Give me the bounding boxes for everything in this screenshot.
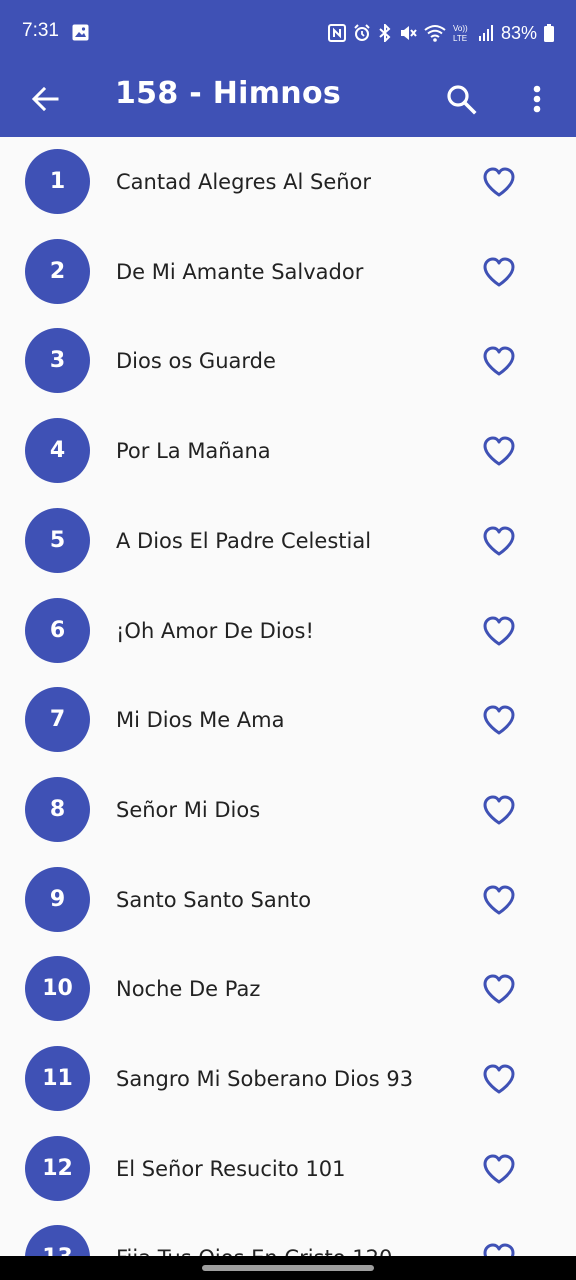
hymn-title: Fija Tus Ojos En Cristo 120 bbox=[116, 1213, 392, 1256]
hymn-number-badge: 1 bbox=[25, 149, 90, 214]
hymn-list-item[interactable]: 3 Dios os Guarde bbox=[0, 316, 576, 406]
favorite-button[interactable] bbox=[476, 1056, 522, 1102]
hymn-list-item[interactable]: 13 Fija Tus Ojos En Cristo 120 bbox=[0, 1213, 576, 1256]
hymn-number-badge: 5 bbox=[25, 507, 90, 573]
hymn-title: Sangro Mi Soberano Dios 93 bbox=[116, 1067, 414, 1091]
back-button[interactable] bbox=[20, 74, 70, 124]
hymn-list-item[interactable]: 6 ¡Oh Amor De Dios! bbox=[0, 586, 576, 676]
heart-outline-icon bbox=[483, 167, 515, 197]
more-vert-icon bbox=[533, 85, 541, 113]
alarm-icon bbox=[354, 24, 370, 41]
favorite-button[interactable] bbox=[476, 159, 522, 205]
favorite-button[interactable] bbox=[476, 966, 522, 1012]
favorite-button[interactable] bbox=[476, 608, 522, 654]
app-bar: 7:31 Vo)) LTE 83% 158 - Himnos bbox=[0, 0, 576, 137]
hymn-list-item[interactable]: 10 Noche De Paz bbox=[0, 944, 576, 1034]
hymn-number-badge: 3 bbox=[25, 328, 90, 394]
favorite-button[interactable] bbox=[476, 697, 522, 743]
favorite-button[interactable] bbox=[476, 1146, 522, 1192]
heart-outline-icon bbox=[483, 436, 515, 466]
nfc-icon bbox=[327, 24, 346, 42]
favorite-button[interactable] bbox=[476, 428, 522, 474]
battery-icon bbox=[544, 24, 554, 42]
hymn-list-item[interactable]: 9 Santo Santo Santo bbox=[0, 855, 576, 945]
heart-outline-icon bbox=[483, 974, 515, 1004]
hymn-number-badge: 7 bbox=[25, 687, 90, 753]
hymn-list-item[interactable]: 2 De Mi Amante Salvador bbox=[0, 227, 576, 317]
hymn-number-badge: 12 bbox=[25, 1135, 90, 1201]
hymn-title: De Mi Amante Salvador bbox=[116, 259, 364, 284]
hymn-number-badge: 11 bbox=[25, 1046, 90, 1111]
hymn-number-badge: 2 bbox=[25, 238, 90, 304]
hymn-number-badge: 8 bbox=[25, 776, 90, 842]
hymn-title: ¡Oh Amor De Dios! bbox=[116, 618, 314, 643]
heart-outline-icon bbox=[483, 705, 515, 735]
hymn-title: Señor Mi Dios bbox=[116, 797, 261, 822]
navigation-bar bbox=[0, 1256, 576, 1280]
heart-outline-icon bbox=[483, 526, 515, 556]
volte-icon: Vo))LTE bbox=[453, 24, 468, 43]
hymn-number-badge: 13 bbox=[25, 1225, 90, 1256]
hymn-list-item[interactable]: 12 El Señor Resucito 101 bbox=[0, 1124, 576, 1214]
favorite-button[interactable] bbox=[476, 249, 522, 295]
hymn-list-item[interactable]: 5 A Dios El Padre Celestial bbox=[0, 496, 576, 586]
bluetooth-icon bbox=[379, 24, 391, 42]
hymn-list-item[interactable]: 8 Señor Mi Dios bbox=[0, 765, 576, 855]
hymn-number-badge: 9 bbox=[25, 866, 90, 932]
toolbar: 158 - Himnos bbox=[0, 66, 576, 137]
image-icon bbox=[72, 24, 89, 41]
hymn-list-item[interactable]: 11 Sangro Mi Soberano Dios 93 bbox=[0, 1034, 576, 1124]
favorite-button[interactable] bbox=[476, 518, 522, 564]
home-gesture-handle[interactable] bbox=[202, 1265, 374, 1271]
battery-percent: 83% bbox=[500, 22, 537, 43]
hymn-title: Dios os Guarde bbox=[116, 349, 276, 374]
hymn-title: A Dios El Padre Celestial bbox=[116, 528, 372, 553]
status-time: 7:31 bbox=[22, 20, 59, 41]
hymn-title: Noche De Paz bbox=[116, 977, 261, 1002]
heart-outline-icon bbox=[483, 1154, 515, 1184]
hymn-list[interactable]: 1 Cantad Alegres Al Señor 2 De Mi Amante Sa… bbox=[0, 137, 576, 1256]
status-bar: 7:31 Vo)) LTE 83% bbox=[0, 0, 576, 66]
favorite-button[interactable] bbox=[476, 787, 522, 833]
hymn-title: Cantad Alegres Al Señor bbox=[116, 170, 372, 194]
heart-outline-icon bbox=[483, 257, 515, 287]
heart-outline-icon bbox=[483, 1243, 515, 1256]
heart-outline-icon bbox=[483, 1064, 515, 1094]
hymn-list-item[interactable]: 1 Cantad Alegres Al Señor bbox=[0, 137, 576, 227]
favorite-button[interactable] bbox=[476, 1235, 522, 1256]
hymn-number-badge: 6 bbox=[25, 597, 90, 663]
hymn-list-item[interactable]: 7 Mi Dios Me Ama bbox=[0, 675, 576, 765]
favorite-button[interactable] bbox=[476, 877, 522, 923]
heart-outline-icon bbox=[483, 346, 515, 376]
hymn-list-item[interactable]: 4 Por La Mañana bbox=[0, 406, 576, 496]
svg-text:LTE: LTE bbox=[453, 34, 467, 43]
search-icon bbox=[447, 85, 477, 115]
hymn-title: Por La Mañana bbox=[116, 439, 271, 464]
wifi-icon bbox=[424, 25, 446, 42]
favorite-button[interactable] bbox=[476, 338, 522, 384]
hymn-title: Santo Santo Santo bbox=[116, 887, 312, 912]
hymn-title: Mi Dios Me Ama bbox=[116, 708, 285, 733]
hymn-number-badge: 10 bbox=[25, 956, 90, 1022]
heart-outline-icon bbox=[483, 885, 515, 915]
back-arrow-icon bbox=[31, 86, 59, 112]
mute-icon bbox=[400, 26, 417, 40]
svg-text:Vo)): Vo)) bbox=[453, 24, 468, 33]
status-icons: Vo)) LTE 83% bbox=[327, 19, 554, 47]
search-button[interactable] bbox=[436, 74, 486, 124]
hymn-number-badge: 4 bbox=[25, 418, 90, 484]
hymn-title: El Señor Resucito 101 bbox=[116, 1156, 346, 1181]
signal-icon bbox=[478, 25, 493, 41]
heart-outline-icon bbox=[483, 795, 515, 825]
page-title: 158 - Himnos bbox=[115, 76, 342, 111]
heart-outline-icon bbox=[483, 616, 515, 645]
more-options-button[interactable] bbox=[514, 74, 560, 124]
